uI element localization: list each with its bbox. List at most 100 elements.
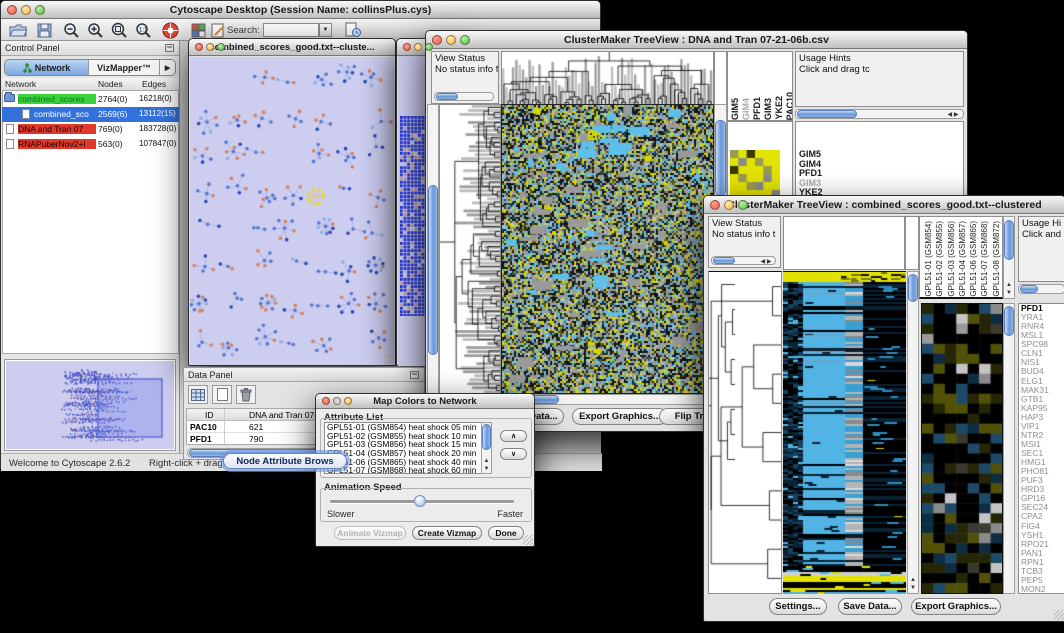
gene-label[interactable]: GIM4 [799, 160, 963, 170]
zoom-selected-button[interactable]: 1:1 [132, 21, 154, 39]
search-dropdown-button[interactable]: ▼ [319, 23, 332, 37]
heatmap-vscrollbar[interactable]: ▲ ▼ [907, 271, 919, 594]
usage-hints-scrollbar[interactable]: ◀ ▶ [795, 109, 964, 119]
correlation-heatmap-canvas[interactable] [730, 150, 780, 198]
col-header-network[interactable]: Network [5, 79, 36, 89]
treeview-dna-titlebar[interactable]: ClusterMaker TreeView : DNA and Tran 07-… [426, 31, 967, 49]
heatmap-panel[interactable] [783, 271, 906, 594]
view-status-scrollbar[interactable]: ◀ ▶ [711, 256, 776, 265]
cytoscape-titlebar[interactable]: Cytoscape Desktop (Session Name: collins… [1, 1, 600, 19]
resize-grip[interactable] [523, 535, 533, 545]
session-details-button[interactable] [342, 21, 364, 39]
network-overview-canvas[interactable] [6, 361, 174, 449]
search-input[interactable] [263, 23, 319, 37]
zoom-window-icon[interactable] [344, 397, 352, 405]
help-button[interactable] [159, 21, 181, 39]
close-icon[interactable] [432, 35, 442, 45]
tab-network[interactable]: Network [5, 60, 89, 75]
resize-grip[interactable] [1054, 610, 1064, 620]
attribute-select-button[interactable] [188, 385, 208, 404]
gene-label[interactable]: MON2 [1021, 585, 1064, 594]
scroll-up-icon[interactable]: ▲ [1004, 282, 1014, 288]
col-header-nodes[interactable]: Nodes [98, 79, 123, 89]
attribute-item[interactable]: GPL51-07 (GSM868) heat shock 60 min [327, 466, 481, 474]
move-down-button[interactable]: ∨ [500, 448, 527, 460]
treeview-dna-vscrollbar[interactable] [427, 104, 439, 394]
animate-vizmap-button[interactable]: Animate Vizmap [334, 526, 406, 540]
speed-slider-thumb[interactable] [414, 495, 426, 507]
detail-heatmap-panel[interactable] [921, 303, 1003, 594]
annotation-button[interactable] [187, 21, 209, 39]
minimize-icon[interactable] [446, 35, 456, 45]
close-icon[interactable] [195, 43, 203, 51]
open-session-button[interactable] [7, 21, 29, 39]
more-tabs-button[interactable]: ▶ [160, 60, 175, 75]
treeview-combined-titlebar[interactable]: ClusterMaker TreeView : combined_scores_… [704, 196, 1064, 214]
scroll-up-icon[interactable]: ▲ [482, 458, 491, 464]
dialog-titlebar[interactable]: Map Colors to Network [316, 394, 534, 409]
zoom-fit-button[interactable] [108, 21, 130, 39]
zoom-window-icon[interactable] [217, 43, 225, 51]
column-labels-scrollbar[interactable]: ▲ ▼ [1003, 216, 1015, 299]
network-view-canvas[interactable] [190, 57, 394, 365]
delete-attribute-button[interactable] [236, 385, 256, 404]
minimize-icon[interactable] [414, 43, 422, 51]
zoom-out-button[interactable] [60, 21, 82, 39]
network-row-selected[interactable]: combined_sco 2569(6) 13112(15) [2, 107, 179, 122]
scroll-down-icon[interactable]: ▼ [482, 466, 491, 472]
scroll-arrows-icon[interactable]: ◀ ▶ [493, 94, 494, 100]
col-header-edges[interactable]: Edges [142, 79, 166, 89]
export-graphics-button[interactable]: Export Graphics... [911, 598, 1001, 615]
attribute-list-scrollbar[interactable]: ▲ ▼ [481, 422, 492, 474]
zoom-window-icon[interactable] [460, 35, 470, 45]
scroll-down-icon[interactable]: ▼ [908, 585, 918, 591]
zoom-window-icon[interactable] [738, 200, 748, 210]
network-overview-panel[interactable] [4, 359, 176, 451]
node-attribute-browser-button[interactable]: Node Attribute Brows [223, 453, 347, 469]
network-row[interactable]: combined_scores 2764(0) 16218(0) [2, 92, 179, 107]
scroll-arrows-icon[interactable]: ◀ ▶ [945, 112, 961, 118]
minimize-icon[interactable] [206, 43, 214, 51]
gene-label[interactable]: GIM5 [799, 150, 963, 160]
column-dendrogram-panel[interactable] [783, 216, 905, 270]
gene-label[interactable]: GIM3 [799, 179, 963, 189]
done-button[interactable]: Done [488, 526, 524, 540]
create-attribute-button[interactable] [212, 385, 232, 404]
view-status-scrollbar[interactable]: ◀ ▶ [434, 92, 494, 101]
gene-label[interactable]: PFD1 [799, 169, 963, 179]
detail-vscrollbar[interactable] [1003, 303, 1015, 594]
row-dendrogram-canvas[interactable] [709, 272, 781, 593]
attribute-list[interactable]: GPL51-01 (GSM854) heat shock 05 minGPL51… [324, 422, 482, 474]
tab-vizmapper[interactable]: VizMapper™ [89, 60, 160, 75]
minimize-icon[interactable] [724, 200, 734, 210]
close-icon[interactable] [7, 5, 17, 15]
detail-heatmap-canvas[interactable] [922, 304, 1002, 593]
network-row[interactable]: DNA and Tran 07 769(0) 183728(0) [2, 122, 179, 137]
scroll-up-icon[interactable]: ▲ [908, 577, 918, 583]
zoom-in-button[interactable] [84, 21, 106, 39]
usage-hints-scrollbar[interactable] [1018, 284, 1064, 294]
scroll-down-icon[interactable]: ▼ [1004, 290, 1014, 296]
column-dendrogram-canvas[interactable] [502, 52, 713, 104]
resize-grip[interactable] [384, 354, 394, 364]
gene-list[interactable]: PFD1YRA1RNR4MSL1SPC98CLN1NIS1BUD4ELG1MAK… [1018, 303, 1064, 594]
float-panel-icon[interactable] [410, 371, 419, 379]
save-session-button[interactable] [33, 21, 55, 39]
close-icon[interactable] [710, 200, 720, 210]
export-graphics-button[interactable]: Export Graphics... [572, 408, 668, 425]
column-dendrogram-panel[interactable] [501, 51, 714, 105]
col-header-id[interactable]: ID [205, 410, 214, 420]
row-dendrogram-panel[interactable] [439, 104, 501, 394]
save-data-button[interactable]: Save Data... [838, 598, 902, 615]
float-panel-icon[interactable] [165, 44, 174, 52]
network-row[interactable]: RNAPuberNov2+I 563(0) 107847(0) [2, 137, 179, 152]
move-up-button[interactable]: ∧ [500, 430, 527, 442]
minimize-icon[interactable] [333, 397, 341, 405]
heatmap-panel[interactable] [501, 104, 714, 394]
minimize-icon[interactable] [21, 5, 31, 15]
settings-button[interactable]: Settings... [769, 598, 827, 615]
zoom-window-icon[interactable] [35, 5, 45, 15]
close-icon[interactable] [322, 397, 330, 405]
scroll-arrows-icon[interactable]: ◀ ▶ [758, 259, 774, 265]
row-dendrogram-panel[interactable] [708, 271, 782, 594]
